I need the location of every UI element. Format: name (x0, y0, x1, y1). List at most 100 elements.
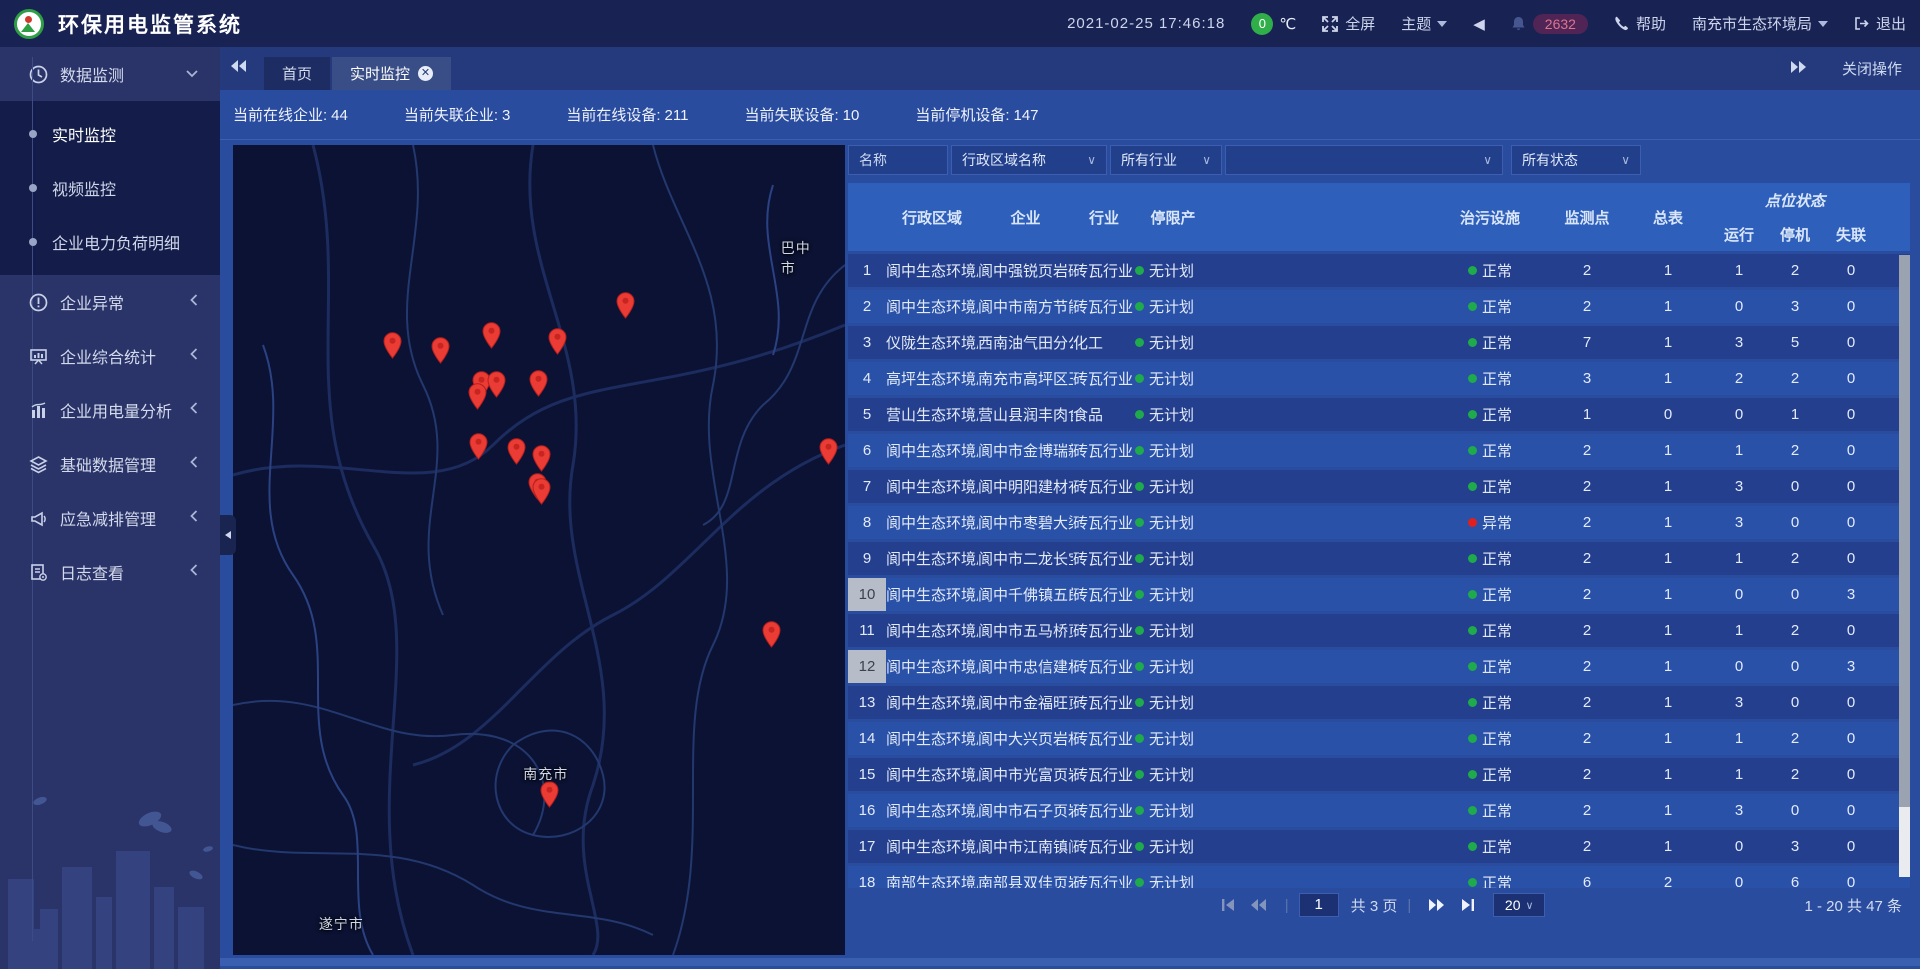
first-page-icon[interactable] (1220, 898, 1236, 912)
table-row[interactable]: 4高坪生态环境局南充市高坪区王家店建砖瓦行业无计划正常31220 (848, 362, 1910, 395)
cell-lost: 3 (1823, 578, 1879, 611)
table-row[interactable]: 5营山生态环境局营山县润丰肉食品有限食品无计划正常10010 (848, 398, 1910, 431)
mute-button[interactable]: ◀ (1473, 15, 1485, 33)
cell-produce-status: 无计划 (1135, 470, 1211, 503)
tab-close-icon[interactable]: ✕ (418, 66, 433, 81)
org-dropdown[interactable]: 南充市生态环境局 (1692, 13, 1828, 34)
sidebar-item-日志查看[interactable]: 日志查看 (0, 545, 220, 599)
map-pin-icon[interactable] (468, 383, 487, 410)
col-run[interactable]: 运行 (1711, 217, 1767, 251)
table-scrollbar[interactable] (1899, 255, 1910, 877)
map-pin-icon[interactable] (532, 445, 551, 472)
notifications[interactable]: 2632 (1511, 14, 1588, 34)
cell-lost: 0 (1823, 830, 1879, 863)
tab-实时监控[interactable]: 实时监控✕ (332, 57, 451, 90)
filter-select-所有行业[interactable]: 所有行业∨ (1110, 145, 1222, 175)
sidebar-item-实时监控[interactable]: 实时监控 (0, 107, 220, 161)
tabs-scroll-right-icon[interactable] (1790, 60, 1808, 78)
table-row[interactable]: 18南部生态环境局南部县双佳页岩有限公砖瓦行业无计划正常62060 (848, 866, 1910, 888)
table-row[interactable]: 13阆中生态环境局阆中市金福旺页岩机砖砖瓦行业无计划正常21300 (848, 686, 1910, 719)
prev-page-icon[interactable] (1250, 898, 1268, 912)
map-pin-icon[interactable] (532, 478, 551, 505)
theme-dropdown[interactable]: 主题 (1401, 13, 1447, 34)
submenu-dot-icon (29, 184, 37, 192)
col-total[interactable]: 总表 (1625, 183, 1711, 251)
map-pin-icon[interactable] (548, 328, 567, 355)
map-pin-icon[interactable] (616, 292, 635, 319)
sidebar-item-基础数据管理[interactable]: 基础数据管理 (0, 437, 220, 491)
col-facility[interactable]: 治污设施 (1431, 183, 1549, 251)
table-row[interactable]: 17阆中生态环境局阆中市江南镇阆南页岩砖瓦行业无计划正常21030 (848, 830, 1910, 863)
sidebar-item-企业用电量分析[interactable]: 企业用电量分析 (0, 383, 220, 437)
map-pin-icon[interactable] (762, 621, 781, 648)
map-pin-icon[interactable] (383, 332, 402, 359)
bell-icon (1511, 16, 1526, 31)
last-page-icon[interactable] (1460, 898, 1476, 912)
close-operations-button[interactable]: 关闭操作 (1842, 58, 1902, 79)
status-dot-green-icon (1468, 734, 1477, 743)
sidebar-item-应急减排管理[interactable]: 应急减排管理 (0, 491, 220, 545)
fullscreen-button[interactable]: 全屏 (1322, 13, 1375, 34)
map-pin-icon[interactable] (487, 371, 506, 398)
sidebar-item-数据监测[interactable]: 数据监测 (0, 47, 220, 101)
table-row[interactable]: 15阆中生态环境局阆中市光富页岩机砖厂砖瓦行业无计划正常21120 (848, 758, 1910, 791)
table-row[interactable]: 16阆中生态环境局阆中市石子页岩机砖厂砖瓦行业无计划正常21300 (848, 794, 1910, 827)
chevron-down-icon: ∨ (1483, 153, 1492, 167)
cell-gap (1211, 866, 1431, 888)
scrollbar-thumb[interactable] (1899, 255, 1910, 807)
tabs-scroll-left-icon[interactable] (230, 59, 248, 78)
gis-map[interactable]: 巴中市南充市遂宁市 (233, 145, 845, 955)
status-dot-green-icon (1468, 410, 1477, 419)
table-row[interactable]: 6阆中生态环境局阆中市金博瑞新型墙材砖瓦行业无计划正常21120 (848, 434, 1910, 467)
help-button[interactable]: 帮助 (1614, 13, 1666, 34)
page-size-select[interactable]: 20∨ (1493, 893, 1545, 917)
col-stop[interactable]: 停机 (1767, 217, 1823, 251)
col-lost[interactable]: 失联 (1823, 217, 1879, 251)
name-input-field[interactable] (859, 152, 937, 168)
map-pin-icon[interactable] (482, 322, 501, 349)
sidebar-item-企业综合统计[interactable]: 企业综合统计 (0, 329, 220, 383)
layers-icon (28, 455, 48, 474)
stats-bar: 当前在线企业:44当前失联企业:3当前在线设备:211当前失联设备:10当前停机… (220, 90, 1920, 140)
col-monitor[interactable]: 监测点 (1549, 183, 1625, 251)
table-row[interactable]: 2阆中生态环境局阆中市南方节能建材有砖瓦行业无计划正常21030 (848, 290, 1910, 323)
filter-select-所有状态[interactable]: 所有状态∨ (1511, 145, 1641, 175)
map-collapse-handle[interactable] (220, 515, 236, 555)
status-dot-red-icon (1468, 518, 1477, 527)
table-row[interactable]: 1阆中生态环境局阆中强锐页岩砖厂砖瓦行业无计划正常21120 (848, 254, 1910, 287)
col-region[interactable]: 行政区域 (886, 183, 978, 251)
table-row[interactable]: 11阆中生态环境局阆中市五马桥页岩机砖砖瓦行业无计划正常21120 (848, 614, 1910, 647)
col-industry[interactable]: 行业 (1073, 183, 1135, 251)
filter-select-行政区域名称[interactable]: 行政区域名称∨ (951, 145, 1107, 175)
sidebar-item-企业电力负荷明细[interactable]: 企业电力负荷明细 (0, 215, 220, 269)
map-pin-icon[interactable] (529, 370, 548, 397)
map-pin-icon[interactable] (540, 781, 559, 808)
chevron-down-icon (1818, 21, 1828, 27)
logout-button[interactable]: 退出 (1854, 13, 1906, 34)
table-row[interactable]: 7阆中生态环境局阆中明阳建材有限公司砖瓦行业无计划正常21300 (848, 470, 1910, 503)
cell-lost: 0 (1823, 542, 1879, 575)
sidebar: 数据监测实时监控视频监控企业电力负荷明细企业异常企业综合统计企业用电量分析基础数… (0, 47, 220, 969)
page-number-input[interactable]: 1 (1299, 893, 1339, 917)
table-row[interactable]: 3仪陇生态环境局西南油气田分公司川中化工无计划正常71350 (848, 326, 1910, 359)
cell-produce-status: 无计划 (1135, 758, 1211, 791)
map-pin-icon[interactable] (469, 433, 488, 460)
table-row[interactable]: 12阆中生态环境局阆中市忠信建材有限公砖瓦行业无计划正常21003 (848, 650, 1910, 683)
name-filter-input[interactable] (848, 145, 948, 175)
cell-monitor: 2 (1549, 794, 1625, 827)
col-produce[interactable]: 停限产 (1135, 183, 1211, 251)
page: 环保用电监管系统 2021-02-25 17:46:18 0 ℃ 全屏 主题 ◀ (0, 0, 1920, 969)
next-page-icon[interactable] (1428, 898, 1446, 912)
table-row[interactable]: 8阆中生态环境局阆中市枣碧大梁山页岩砖瓦行业无计划异常21300 (848, 506, 1910, 539)
col-company[interactable]: 企业 (978, 183, 1073, 251)
sidebar-item-视频监控[interactable]: 视频监控 (0, 161, 220, 215)
table-row[interactable]: 9阆中生态环境局阆中市二龙长宝页岩砖砖瓦行业无计划正常21120 (848, 542, 1910, 575)
filter-select-blank[interactable]: ∨ (1225, 145, 1503, 175)
tab-首页[interactable]: 首页 (264, 57, 330, 90)
map-pin-icon[interactable] (431, 337, 450, 364)
sidebar-item-企业异常[interactable]: 企业异常 (0, 275, 220, 329)
table-row[interactable]: 10阆中生态环境局阆中千佛镇五郎垭页岩砖瓦行业无计划正常21003 (848, 578, 1910, 611)
map-pin-icon[interactable] (819, 438, 838, 465)
table-row[interactable]: 14阆中生态环境局阆中大兴页岩机砖厂砖瓦行业无计划正常21120 (848, 722, 1910, 755)
map-pin-icon[interactable] (507, 438, 526, 465)
